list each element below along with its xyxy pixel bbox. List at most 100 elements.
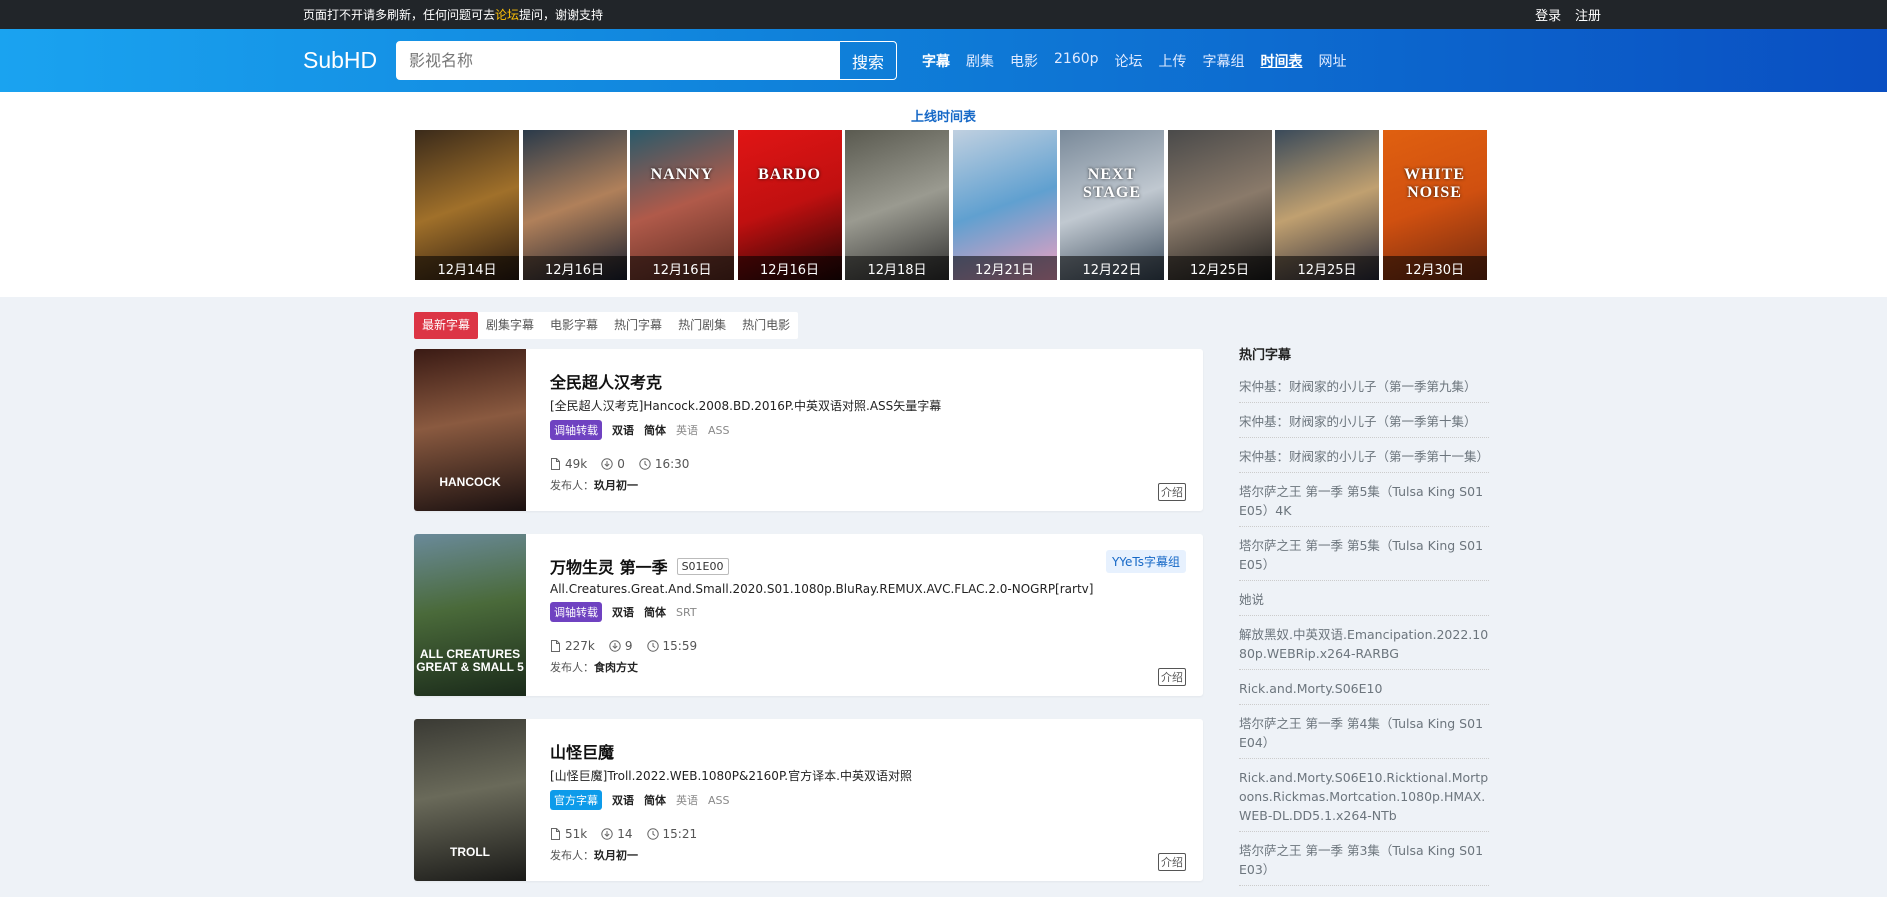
nav-item-7[interactable]: 时间表 [1261, 51, 1303, 71]
subtitle-title[interactable]: 山怪巨魔 [550, 739, 614, 763]
subtitle-title[interactable]: 万物生灵 第一季 [550, 554, 668, 578]
user-links: 登录 注册 [1525, 5, 1601, 24]
main-nav: 字幕 剧集 电影 2160p 论坛 上传 字幕组 时间表 网址 [922, 51, 1363, 71]
intro-button[interactable]: 介绍 [1158, 668, 1186, 686]
subtitle-thumbnail[interactable]: HANCOCK [414, 349, 526, 511]
nav-item-0[interactable]: 字幕 [922, 51, 950, 71]
subtitle-title[interactable]: 全民超人汉考克 [550, 369, 662, 393]
release-name[interactable]: [全民超人汉考克]Hancock.2008.BD.2016P.中英双语对照.AS… [550, 397, 1203, 414]
schedule-poster[interactable]: 12月21日 [952, 130, 1057, 280]
intro-button[interactable]: 介绍 [1158, 853, 1186, 871]
subtitle-list: HANCOCK 全民超人汉考克 [全民超人汉考克]Hancock.2008.BD.2… [414, 349, 1204, 881]
uploader-name[interactable]: 玖月初一 [594, 849, 638, 862]
language-tag: 简体 [644, 424, 666, 437]
hot-subtitle-item[interactable]: 解放黑奴.中英双语.Emancipation.2022.1080p.WEBRip… [1239, 616, 1489, 670]
poster-date: 12月14日 [415, 256, 519, 280]
schedule-poster[interactable]: WHITE NOISE 12月30日 [1382, 130, 1487, 280]
main-content: 最新字幕 剧集字幕 电影字幕 热门字幕 热门剧集 热门电影 HANCOCK 全民超人汉考克[… [414, 312, 1887, 886]
nav-item-8[interactable]: 网址 [1319, 51, 1347, 71]
tab-3[interactable]: 热门字幕 [606, 312, 670, 339]
format-tag: 英语 [676, 424, 698, 437]
login-link[interactable]: 登录 [1535, 9, 1561, 24]
thumbnail-title-art: ALL CREATURES GREAT & SMALL 5 [416, 647, 524, 674]
tab-5[interactable]: 热门电影 [734, 312, 798, 339]
file-size-value: 49k [565, 457, 588, 471]
nav-item-5[interactable]: 上传 [1159, 51, 1187, 71]
poster-date: 12月22日 [1060, 256, 1164, 280]
subtitle-thumbnail[interactable]: ALL CREATURES GREAT & SMALL 5 [414, 534, 526, 696]
nav-item-1[interactable]: 剧集 [966, 51, 994, 71]
episode-badge: S01E00 [676, 557, 729, 575]
hot-subtitle-item[interactable]: 她说 [1239, 581, 1489, 616]
subtitle-title-row: 山怪巨魔 [550, 739, 1203, 763]
hot-subtitle-item[interactable]: 宋仲基：财阀家的小儿子（第一季第十一集） [1239, 438, 1489, 473]
release-name[interactable]: [山怪巨魔]Troll.2022.WEB.1080P&2160P.官方译本.中英… [550, 767, 1203, 784]
top-notice-bar: 页面打不开请多刷新，任何问题可去论坛提问，谢谢支持 登录 注册 [0, 0, 1887, 29]
header: SubHD 搜索 字幕剧集电影 2160p 论坛上传字幕组时间表网址 [0, 29, 1887, 92]
download-count: 14 [601, 827, 633, 841]
nav-item-6[interactable]: 字幕组 [1203, 51, 1245, 71]
sidebar-title: 热门字幕 [1239, 348, 1292, 363]
schedule-poster[interactable]: 12月14日 [415, 130, 519, 280]
poster-date: 12月21日 [952, 256, 1057, 280]
upload-time: 16:30 [639, 457, 689, 471]
release-name[interactable]: All.Creatures.Great.And.Small.2020.S01.1… [550, 582, 1203, 596]
subtitle-body: 山怪巨魔 [山怪巨魔]Troll.2022.WEB.1080P&2160P.官方译… [526, 719, 1203, 881]
tab-0[interactable]: 最新字幕 [414, 312, 479, 339]
hot-subtitle-item[interactable]: 塔尔萨之王 第一季 第5集（Tulsa King S01E05）4K [1239, 473, 1489, 527]
nav-item-2[interactable]: 电影 [1010, 51, 1038, 71]
tab-2[interactable]: 电影字幕 [542, 312, 606, 339]
subtitle-title-row: 全民超人汉考克 [550, 369, 1203, 393]
clock-icon [646, 640, 663, 652]
download-icon [609, 640, 625, 652]
schedule-poster[interactable]: NEXT STAGE 12月22日 [1060, 130, 1164, 280]
hot-subtitle-item[interactable]: 塔尔萨之王 第一季 第4集（Tulsa King S01E04） [1239, 705, 1489, 759]
schedule-poster[interactable]: 12月25日 [1275, 130, 1379, 280]
forum-link[interactable]: 论坛 [495, 8, 519, 22]
nav-item-4[interactable]: 论坛 [1115, 51, 1143, 71]
subtitle-meta: 51k 14 15:21 [550, 827, 1203, 841]
subtitle-card: TROLL 山怪巨魔 [山怪巨魔]Troll.2022.WEB.1080P&2160… [414, 719, 1203, 881]
hot-subtitle-item[interactable]: Rick.and.Morty.S06E10.Ricktional.Mortpoo… [1239, 759, 1489, 832]
schedule-poster[interactable]: BARDO 12月16日 [737, 130, 842, 280]
schedule-poster[interactable]: 12月25日 [1167, 130, 1272, 280]
hot-subtitle-item[interactable]: 塔尔萨之王 第一季 第5集（Tulsa King S01E05） [1239, 527, 1489, 581]
uploader-label: 发布人： [550, 661, 594, 674]
poster-date: 12月25日 [1275, 256, 1379, 280]
schedule-poster[interactable]: 12月16日 [522, 130, 627, 280]
schedule-title[interactable]: 上线时间表 [0, 106, 1887, 125]
poster-date: 12月25日 [1167, 256, 1272, 280]
hot-subtitle-item[interactable]: 宋仲基：财阀家的小儿子（第一季第十集） [1239, 403, 1489, 438]
tab-4[interactable]: 热门剧集 [670, 312, 734, 339]
tab-1[interactable]: 剧集字幕 [478, 312, 542, 339]
hot-subtitle-item[interactable]: 宋仲基：财阀家的小儿子（第一季第九集） [1239, 372, 1489, 403]
uploader: 发布人：玖月初一 [550, 477, 1203, 493]
hot-subtitle-item[interactable]: Rick.and.Morty.S06E10 [1239, 670, 1489, 705]
thumbnail-title-art: HANCOCK [439, 475, 501, 489]
subtitle-group-badge[interactable]: YYeTs字幕组 [1105, 550, 1186, 573]
schedule-poster[interactable]: 12月18日 [845, 130, 949, 280]
format-tag: ASS [708, 793, 730, 807]
intro-button[interactable]: 介绍 [1158, 483, 1186, 501]
nav-item-3[interactable]: 2160p [1054, 51, 1099, 71]
clock-icon [639, 458, 655, 470]
poster-date: 12月30日 [1382, 256, 1487, 280]
search-button[interactable]: 搜索 [839, 41, 897, 80]
register-link[interactable]: 注册 [1575, 9, 1601, 24]
schedule-poster[interactable]: NANNY 12月16日 [630, 130, 734, 280]
download-icon [601, 458, 617, 470]
poster-title-art: NEXT STAGE [1082, 166, 1142, 201]
uploader-name[interactable]: 食肉方丈 [594, 661, 638, 674]
file-size: 49k [550, 457, 587, 471]
subtitle-list-column: 最新字幕 剧集字幕 电影字幕 热门字幕 热门剧集 热门电影 HANCOCK 全民超人汉考克 [… [414, 312, 1204, 886]
source-badge: 调轴转载 [550, 602, 602, 622]
subtitle-thumbnail[interactable]: TROLL [414, 719, 526, 881]
hot-subtitle-item[interactable]: 塔尔萨之王 第一季 第3集（Tulsa King S01E03） [1239, 832, 1489, 886]
uploader-name[interactable]: 玖月初一 [594, 479, 638, 492]
site-logo[interactable]: SubHD [303, 47, 396, 74]
download-count-value: 9 [624, 639, 633, 653]
language-tag: 双语 [612, 794, 634, 807]
search-input[interactable] [396, 41, 839, 80]
file-icon [550, 828, 565, 840]
category-tabs: 最新字幕 剧集字幕 电影字幕 热门字幕 热门剧集 热门电影 [414, 312, 799, 339]
